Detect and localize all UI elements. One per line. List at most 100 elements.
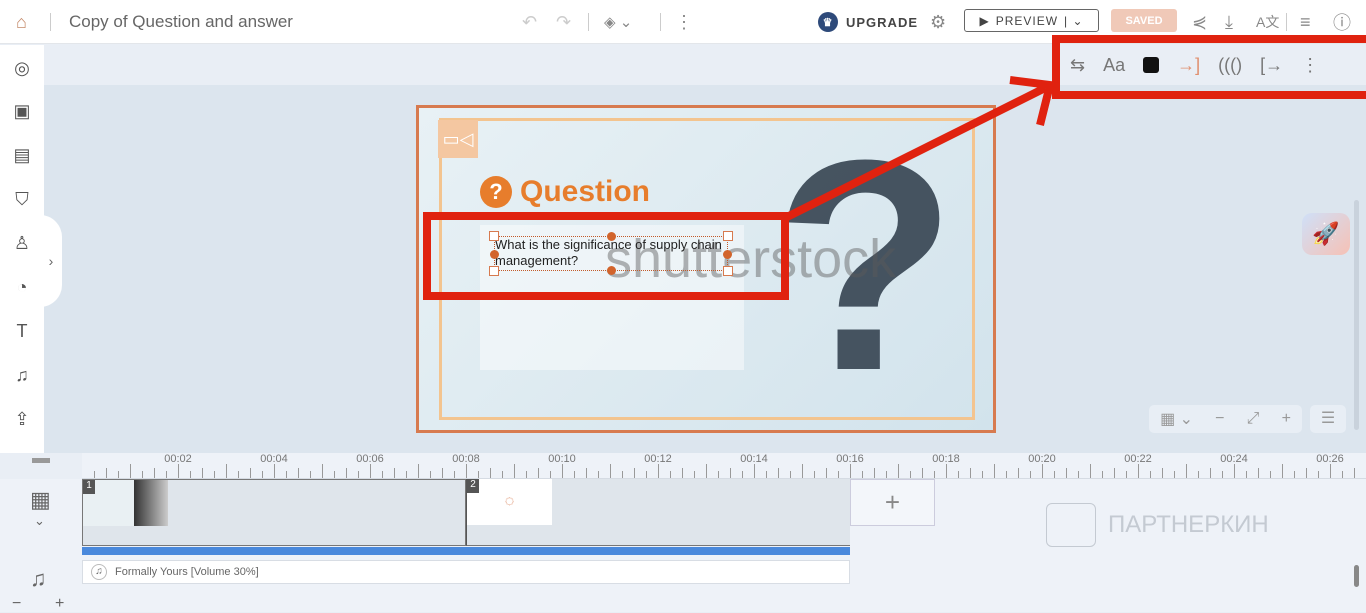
timeline-zoom-out[interactable]: − bbox=[12, 595, 21, 613]
resize-handle[interactable] bbox=[490, 250, 499, 259]
scene-number: 1 bbox=[83, 480, 95, 494]
chart-icon[interactable]: ◔ bbox=[11, 276, 33, 298]
home-icon[interactable]: ⌂ bbox=[16, 0, 27, 44]
ruler-tick bbox=[574, 471, 575, 478]
media-library-icon[interactable]: ▣ bbox=[11, 100, 33, 122]
zoom-out-icon[interactable]: − bbox=[1215, 410, 1224, 428]
redo-icon[interactable]: ↷ bbox=[556, 0, 571, 44]
upgrade-label: UPGRADE bbox=[846, 14, 919, 30]
left-sidebar: ◎ ▣ ▤ ⛉ ♙ ◔ T ♫ ⇪ bbox=[0, 45, 44, 453]
camera-icon[interactable]: ▭◁ bbox=[438, 120, 478, 158]
ruler-tick bbox=[1030, 471, 1031, 478]
timeline-ruler[interactable]: 00:02 00:04 00:06 00:08 00:10 00:12 00:14 00:16… bbox=[82, 453, 1366, 479]
scene-duration-bar[interactable] bbox=[82, 547, 850, 555]
text-color-swatch[interactable] bbox=[1143, 57, 1160, 73]
ruler-tick bbox=[1078, 471, 1079, 478]
preview-button[interactable]: ▶ PREVIEW | ⌄ bbox=[964, 9, 1099, 32]
zoom-in-icon[interactable]: + bbox=[1282, 410, 1291, 428]
ruler-tick bbox=[454, 471, 455, 478]
ruler-tick bbox=[430, 471, 431, 478]
compass-icon[interactable]: ◎ bbox=[11, 57, 33, 79]
settings-gear-icon[interactable]: ⚙ bbox=[930, 0, 946, 44]
ruler-label: 00:14 bbox=[740, 453, 768, 465]
ruler-tick bbox=[1006, 471, 1007, 478]
exit-animation-icon[interactable]: [→ bbox=[1260, 55, 1283, 76]
selection-box[interactable] bbox=[489, 231, 733, 276]
download-icon[interactable]: ⤓ bbox=[1225, 0, 1233, 44]
resize-handle[interactable] bbox=[723, 231, 733, 241]
music-icon[interactable]: ♫ bbox=[11, 364, 33, 386]
rocket-icon[interactable]: 🚀 bbox=[1302, 213, 1350, 255]
help-icon[interactable]: ⓘ bbox=[1333, 0, 1351, 44]
vertical-scrollbar[interactable] bbox=[1354, 565, 1359, 587]
undo-icon[interactable]: ↶ bbox=[522, 0, 537, 44]
ruler-tick bbox=[814, 471, 815, 478]
translate-icon[interactable]: A文 bbox=[1256, 0, 1279, 44]
upload-icon[interactable]: ⇪ bbox=[11, 408, 33, 430]
ruler-tick bbox=[1186, 464, 1187, 478]
ruler-label: 00:08 bbox=[452, 453, 480, 465]
project-title[interactable]: Copy of Question and answer bbox=[69, 0, 293, 44]
ruler-label: 00:02 bbox=[164, 453, 192, 465]
resize-handle[interactable] bbox=[489, 231, 499, 241]
enter-animation-icon[interactable]: →] bbox=[1177, 55, 1200, 76]
ruler-label: 00:20 bbox=[1028, 453, 1056, 465]
ruler-tick bbox=[754, 464, 755, 478]
audio-track-label: Formally Yours [Volume 30%] bbox=[115, 566, 259, 578]
grid-icon[interactable]: ▦ ⌄ bbox=[1160, 409, 1193, 429]
ruler-tick bbox=[1018, 468, 1019, 478]
script-edit-icon[interactable]: ≡ bbox=[1300, 0, 1311, 44]
partner-watermark-text: ПАРТНЕРКИН bbox=[1108, 511, 1269, 538]
ruler-tick bbox=[934, 471, 935, 478]
ruler-tick bbox=[586, 468, 587, 478]
add-scene-button[interactable]: + bbox=[850, 479, 935, 526]
top-bar: ⌂ Copy of Question and answer ↶ ↷ ◈ ⌄ ⋮ … bbox=[0, 0, 1366, 44]
ruler-tick bbox=[130, 464, 131, 478]
ruler-tick bbox=[742, 471, 743, 478]
ruler-tick bbox=[778, 468, 779, 478]
ruler-tick bbox=[670, 471, 671, 478]
share-icon[interactable]: ⋞ bbox=[1192, 0, 1207, 44]
animation-effect-icon[interactable]: ((() bbox=[1218, 55, 1242, 76]
more-menu-icon[interactable]: ⋮ bbox=[675, 0, 693, 44]
ruler-tick bbox=[1054, 471, 1055, 478]
fit-screen-icon[interactable]: ⤢ bbox=[1247, 410, 1260, 428]
timeline-zoom-in[interactable]: + bbox=[55, 595, 64, 613]
character-icon[interactable]: ♙ bbox=[11, 232, 33, 254]
scene-clip[interactable]: ◌ 2 bbox=[466, 479, 850, 546]
resize-handle[interactable] bbox=[723, 250, 732, 259]
text-icon[interactable]: T bbox=[11, 320, 33, 342]
saved-badge: SAVED bbox=[1111, 9, 1177, 32]
ruler-tick bbox=[1042, 464, 1043, 478]
question-icon: ? bbox=[480, 176, 512, 208]
ruler-tick bbox=[850, 464, 851, 478]
ruler-tick bbox=[538, 468, 539, 478]
ruler-tick bbox=[730, 468, 731, 478]
chevron-down-icon[interactable]: ⌄ bbox=[34, 513, 45, 529]
resize-handle[interactable] bbox=[723, 266, 733, 276]
layout-toggle-icon[interactable]: ☰ bbox=[1310, 405, 1346, 433]
audio-clip[interactable]: ♫ Formally Yours [Volume 30%] bbox=[82, 560, 850, 584]
ruler-tick bbox=[1282, 464, 1283, 478]
swap-layout-icon[interactable]: ⇆ bbox=[1070, 55, 1085, 76]
scene-clip[interactable]: 1 bbox=[82, 479, 466, 546]
scenes-track-icon[interactable]: ▦ bbox=[30, 487, 51, 513]
ruler-tick bbox=[1126, 471, 1127, 478]
scene-number: 2 bbox=[467, 479, 479, 493]
canvas-scrollbar[interactable] bbox=[1354, 200, 1359, 430]
timeline-resize-handle[interactable] bbox=[32, 458, 50, 463]
resize-handle[interactable] bbox=[607, 232, 616, 241]
ruler-tick bbox=[718, 471, 719, 478]
ruler-tick bbox=[1222, 471, 1223, 478]
resize-handle[interactable] bbox=[489, 266, 499, 276]
layers-dropdown[interactable]: ◈ ⌄ bbox=[604, 0, 632, 44]
upgrade-button[interactable]: ♛ UPGRADE bbox=[818, 0, 918, 44]
expand-panel-button[interactable]: › bbox=[40, 215, 62, 307]
scenes-icon[interactable]: ▤ bbox=[11, 144, 33, 166]
more-options-icon[interactable]: ⋮ bbox=[1301, 55, 1319, 76]
props-icon[interactable]: ⛉ bbox=[11, 188, 33, 210]
slide-heading[interactable]: ? Question bbox=[480, 175, 650, 209]
resize-handle[interactable] bbox=[607, 266, 616, 275]
font-button[interactable]: Aa bbox=[1103, 55, 1125, 76]
music-track-icon[interactable]: ♫ bbox=[30, 566, 47, 592]
